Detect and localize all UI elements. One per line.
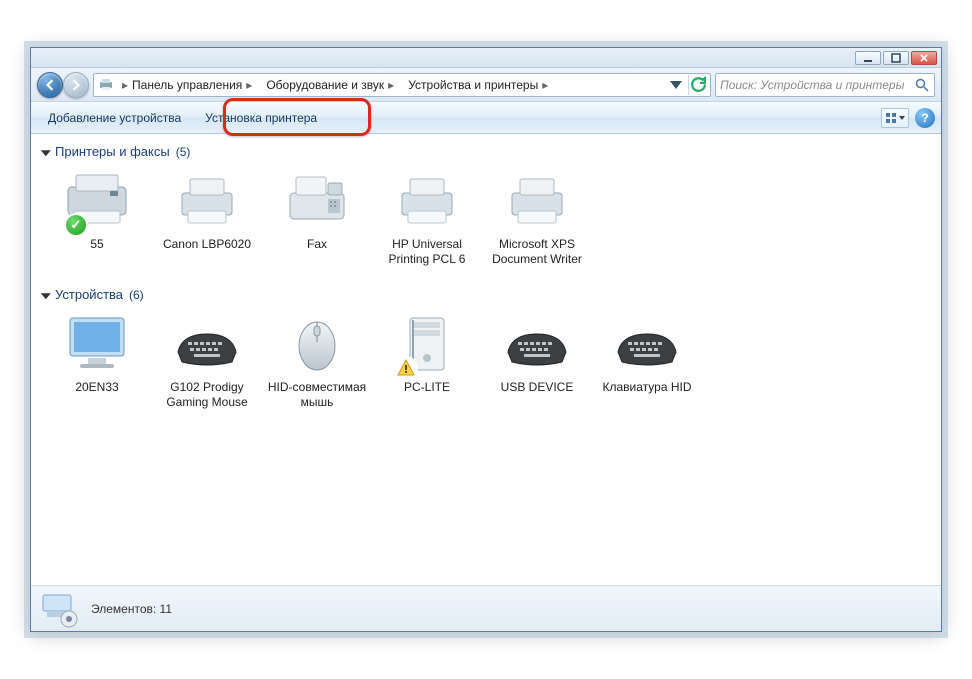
device-icon [280,310,354,376]
device-label: USB DEVICE [487,380,587,395]
location-printer-icon [98,77,114,93]
status-bar: Элементов: 11 [31,585,941,631]
maximize-button[interactable] [883,51,909,65]
device-label: HID-совместимая мышь [267,380,367,410]
refresh-button[interactable] [688,75,708,95]
content-area: Принтеры и факсы (5) 55 Canon LBP6020 Fax H… [31,134,941,585]
device-item[interactable]: 55 [47,167,147,267]
status-ok-overlay-icon [66,215,86,235]
install-printer-button[interactable]: Установка принтера [194,106,328,130]
breadcrumb-root[interactable]: ▸Панель управления▸ [116,76,258,94]
search-placeholder: Поиск: Устройства и принтеры [720,78,904,92]
device-label: 55 [47,237,147,252]
device-icon [500,167,574,233]
device-icon [170,167,244,233]
group-items-devices: 20EN33 G102 Prodigy Gaming Mouse HID-совме… [43,304,929,424]
breadcrumb-root-label: Панель управления [132,78,242,92]
device-icon [280,167,354,233]
status-count-label: Элементов: 11 [91,602,172,616]
breadcrumb-leaf[interactable]: Устройства и принтеры▸ [402,76,554,94]
device-label: 20EN33 [47,380,147,395]
device-label: HP Universal Printing PCL 6 [377,237,477,267]
device-item[interactable]: Canon LBP6020 [157,167,257,267]
device-item[interactable]: Клавиатура HID [597,310,697,410]
device-item[interactable]: HID-совместимая мышь [267,310,367,410]
status-warning-overlay-icon [396,358,416,378]
device-label: Fax [267,237,367,252]
install-printer-label: Установка принтера [205,111,317,125]
device-icon [170,310,244,376]
nav-forward-button[interactable] [63,72,89,98]
device-item[interactable]: PC-LITE [377,310,477,410]
command-toolbar: Добавление устройства Установка принтера… [31,102,941,134]
nav-back-button[interactable] [37,72,63,98]
device-item[interactable]: USB DEVICE [487,310,587,410]
device-item[interactable]: Fax [267,167,367,267]
search-input[interactable]: Поиск: Устройства и принтеры [715,73,935,97]
device-label: Canon LBP6020 [157,237,257,252]
group-items-printers: 55 Canon LBP6020 Fax HP Universal Printing … [43,161,929,281]
close-button[interactable] [911,51,937,65]
view-options-button[interactable] [881,108,909,128]
titlebar [31,48,941,68]
device-label: Клавиатура HID [597,380,697,395]
breadcrumb-leaf-label: Устройства и принтеры [408,78,538,92]
help-button[interactable]: ? [915,108,935,128]
device-item[interactable]: Microsoft XPS Document Writer [487,167,587,267]
disclosure-triangle-icon [41,293,51,299]
add-device-button[interactable]: Добавление устройства [37,106,192,130]
group-count: (6) [129,288,144,302]
add-device-label: Добавление устройства [48,111,181,125]
device-icon [60,310,134,376]
group-name: Принтеры и факсы [55,144,170,159]
device-icon [500,310,574,376]
address-bar[interactable]: ▸Панель управления▸ Оборудование и звук▸… [93,73,711,97]
device-item[interactable]: HP Universal Printing PCL 6 [377,167,477,267]
group-header-printers[interactable]: Принтеры и факсы (5) [43,138,929,161]
device-icon [390,310,464,376]
device-label: G102 Prodigy Gaming Mouse [157,380,257,410]
disclosure-triangle-icon [41,150,51,156]
device-icon [390,167,464,233]
group-name: Устройства [55,287,123,302]
breadcrumb-mid-label: Оборудование и звук [266,78,384,92]
device-icon [60,167,134,233]
group-header-devices[interactable]: Устройства (6) [43,281,929,304]
device-label: PC-LITE [377,380,477,395]
explorer-window: ▸Панель управления▸ Оборудование и звук▸… [30,47,942,632]
search-icon [914,77,930,93]
device-item[interactable]: 20EN33 [47,310,147,410]
minimize-button[interactable] [855,51,881,65]
group-count: (5) [176,145,191,159]
device-label: Microsoft XPS Document Writer [487,237,587,267]
address-row: ▸Панель управления▸ Оборудование и звук▸… [31,68,941,102]
history-dropdown-button[interactable] [666,75,686,95]
device-icon [610,310,684,376]
device-item[interactable]: G102 Prodigy Gaming Mouse [157,310,257,410]
breadcrumb-mid[interactable]: Оборудование и звук▸ [260,76,400,94]
status-devices-icon [39,589,81,629]
